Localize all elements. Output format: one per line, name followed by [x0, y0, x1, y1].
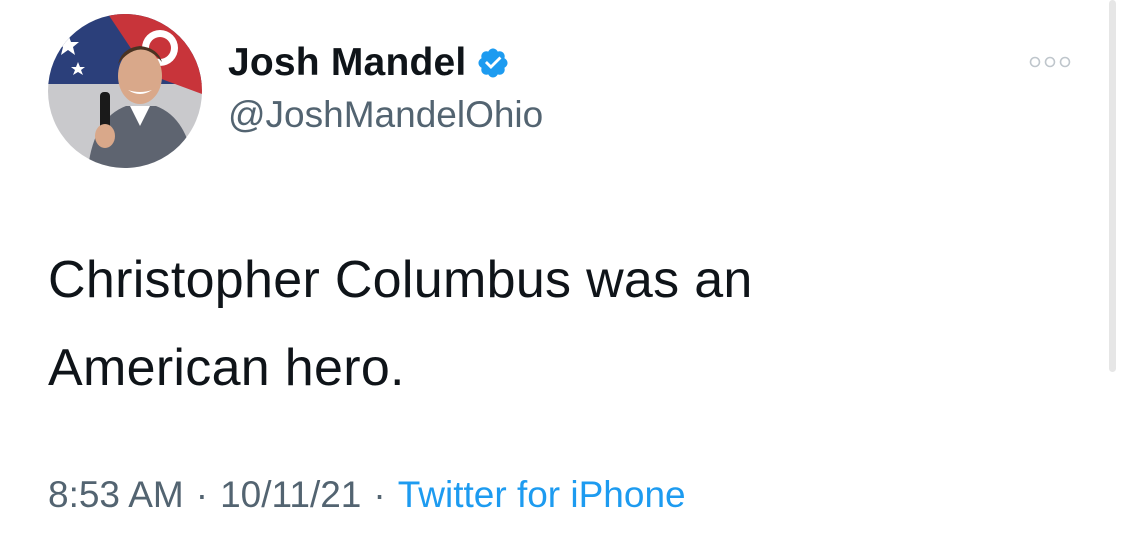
- tweet-time[interactable]: 8:53 AM: [48, 474, 184, 516]
- tweet-card: Josh Mandel @JoshMandelOhio Christopher …: [0, 0, 1125, 555]
- meta-separator: ·: [195, 474, 209, 515]
- tweet-text: Christopher Columbus was an American her…: [48, 236, 1048, 412]
- more-options-icon: [1029, 56, 1071, 68]
- more-options-button[interactable]: [1026, 48, 1074, 76]
- meta-separator: ·: [373, 474, 386, 515]
- scrollbar[interactable]: [1109, 0, 1116, 372]
- tweet-text-line: American hero.: [48, 339, 405, 397]
- avatar[interactable]: [48, 14, 202, 168]
- author-handle[interactable]: @JoshMandelOhio: [228, 94, 543, 136]
- author-name-row: Josh Mandel: [228, 40, 510, 86]
- tweet-source-link[interactable]: Twitter for iPhone: [398, 474, 686, 516]
- author-display-name[interactable]: Josh Mandel: [228, 41, 466, 85]
- tweet-text-line: Christopher Columbus was an: [48, 251, 753, 309]
- verified-badge-icon: [476, 46, 510, 80]
- tweet-meta: 8:53 AM · 10/11/21 · Twitter for iPhone: [48, 474, 686, 516]
- tweet-date[interactable]: 10/11/21: [220, 474, 361, 516]
- avatar-photo: [48, 14, 202, 168]
